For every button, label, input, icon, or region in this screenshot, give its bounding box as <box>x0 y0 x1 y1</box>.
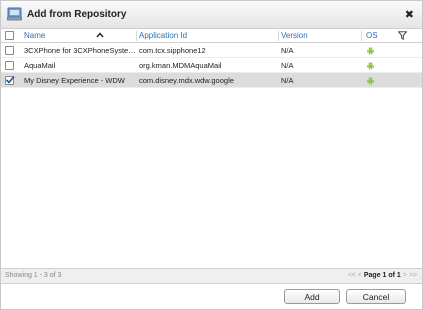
row-name: My Disney Experience - WDW <box>24 75 125 85</box>
row-version: N/A <box>281 45 294 55</box>
row-app-id: com.disney.mdx.wdw.google <box>139 75 234 85</box>
row-version: N/A <box>281 60 294 70</box>
row-os-cell <box>366 43 396 57</box>
row-checkbox[interactable] <box>5 60 14 70</box>
select-all-cell <box>5 29 17 42</box>
android-icon <box>367 76 374 85</box>
row-os-cell <box>366 73 396 87</box>
add-button[interactable]: Add <box>284 289 340 304</box>
row-app-id-cell: com.tcx.sipphone12 <box>139 43 277 57</box>
column-header-app-id[interactable]: Application Id <box>139 29 277 42</box>
checkmark-icon <box>5 75 15 84</box>
row-version-cell: N/A <box>281 73 361 87</box>
pager: << < Page 1 of 1 > >> <box>348 272 417 279</box>
row-name-cell: 3CXPhone for 3CXPhoneSyste… <box>24 43 136 57</box>
row-checkbox-cell <box>5 43 17 57</box>
showing-count: Showing 1 - 3 of 3 <box>5 272 62 279</box>
select-all-checkbox[interactable] <box>5 31 14 40</box>
row-checkbox-checked[interactable] <box>5 75 15 85</box>
repository-grid: Name Application Id Version OS 3CXPhone … <box>1 29 422 268</box>
add-from-repository-dialog: Add from Repository ✖ Name Application I… <box>0 0 423 310</box>
android-icon <box>367 61 374 70</box>
row-checkbox-cell <box>5 58 17 72</box>
close-icon[interactable]: ✖ <box>405 8 414 21</box>
filter-icon[interactable] <box>398 31 407 40</box>
table-row[interactable]: 3CXPhone for 3CXPhoneSyste… com.tcx.sipp… <box>1 43 422 58</box>
pager-prev[interactable]: << < <box>348 272 362 279</box>
table-row-selected[interactable]: My Disney Experience - WDW com.disney.md… <box>1 73 422 88</box>
column-header-version[interactable]: Version <box>281 29 361 42</box>
row-name-cell: AquaMail <box>24 58 136 72</box>
pager-page-info: Page 1 of 1 <box>363 272 401 279</box>
column-label-app-id: Application Id <box>139 31 188 40</box>
grid-footer: Showing 1 - 3 of 3 << < Page 1 of 1 > >> <box>1 268 422 284</box>
column-header-os[interactable]: OS <box>366 29 396 42</box>
cancel-button[interactable]: Cancel <box>346 289 406 304</box>
row-app-id-cell: org.kman.MDMAquaMail <box>139 58 277 72</box>
filter-cell[interactable] <box>398 29 414 42</box>
row-os-cell <box>366 58 396 72</box>
android-icon <box>367 46 374 55</box>
grid-header: Name Application Id Version OS <box>1 29 422 43</box>
row-version: N/A <box>281 75 294 85</box>
repository-icon <box>7 7 22 21</box>
row-app-id-cell: com.disney.mdx.wdw.google <box>139 73 277 87</box>
row-name: 3CXPhone for 3CXPhoneSyste… <box>24 45 136 55</box>
row-name: AquaMail <box>24 60 56 70</box>
column-label-version: Version <box>281 31 308 40</box>
row-version-cell: N/A <box>281 43 361 57</box>
column-separator[interactable] <box>278 31 279 41</box>
column-separator[interactable] <box>361 31 362 41</box>
column-header-name[interactable]: Name <box>24 29 136 42</box>
table-row[interactable]: AquaMail org.kman.MDMAquaMail N/A <box>1 58 422 73</box>
row-checkbox-cell <box>5 73 17 87</box>
row-name-cell: My Disney Experience - WDW <box>24 73 136 87</box>
column-label-os: OS <box>366 31 378 40</box>
row-app-id: org.kman.MDMAquaMail <box>139 60 222 70</box>
dialog-title: Add from Repository <box>27 9 127 20</box>
row-version-cell: N/A <box>281 58 361 72</box>
pager-next[interactable]: > >> <box>403 272 417 279</box>
dialog-titlebar: Add from Repository ✖ <box>1 1 422 29</box>
row-checkbox[interactable] <box>5 45 14 55</box>
column-label-name: Name <box>24 31 46 40</box>
row-app-id: com.tcx.sipphone12 <box>139 45 206 55</box>
column-separator[interactable] <box>136 31 137 41</box>
sort-ascending-icon[interactable] <box>96 32 104 38</box>
